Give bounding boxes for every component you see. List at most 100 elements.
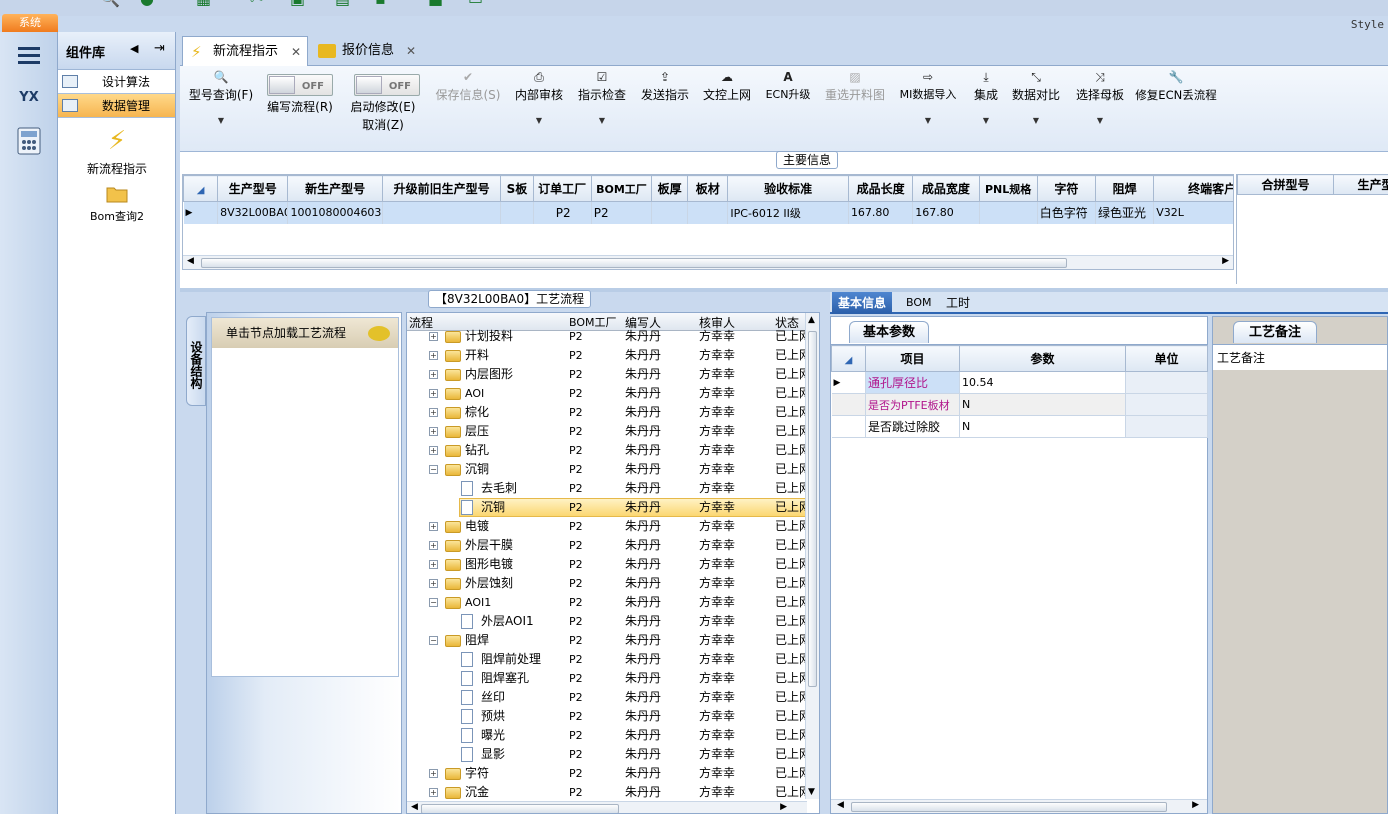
tree-row[interactable]: + 外层蚀刻 P2 朱丹丹 方幸幸 已上网 [407, 574, 811, 593]
tree-row[interactable]: 阻焊前处理 P2 朱丹丹 方幸幸 已上网 [407, 650, 811, 669]
process-step-name[interactable]: 阻焊前处理 [481, 650, 541, 669]
process-step-name[interactable]: 阻焊塞孔 [481, 669, 529, 688]
reviewer-cell[interactable]: 方幸幸 [699, 669, 735, 688]
bom-factory-cell[interactable]: P2 [569, 612, 583, 631]
integrate-button[interactable]: ⤓ 集成 ▼ [968, 68, 1004, 130]
table-cell[interactable]: P2 [533, 201, 592, 224]
writer-cell[interactable]: 朱丹丹 [625, 460, 661, 479]
bom-factory-cell[interactable]: P2 [569, 403, 583, 422]
table-cell[interactable]: IPC-6012 II级 [727, 201, 849, 224]
tree-row[interactable]: − 阻焊 P2 朱丹丹 方幸幸 已上网 [407, 631, 811, 650]
apps-icon[interactable]: ▪ [375, 0, 395, 7]
reviewer-cell[interactable]: 方幸幸 [699, 460, 735, 479]
writer-cell[interactable]: 朱丹丹 [625, 650, 661, 669]
reviewer-cell[interactable]: 方幸幸 [699, 574, 735, 593]
writer-cell[interactable]: 朱丹丹 [625, 669, 661, 688]
horizontal-scrollbar[interactable]: ◀ ▶ [183, 255, 1233, 269]
column-header[interactable]: BOM工厂 [590, 175, 653, 202]
reviewer-cell[interactable]: 方幸幸 [699, 346, 735, 365]
calculator-icon[interactable] [10, 122, 48, 160]
column-header[interactable]: 成品宽度 [912, 175, 980, 202]
expand-icon[interactable]: + [429, 370, 438, 379]
param-unit[interactable] [1125, 393, 1208, 416]
param-value[interactable]: N [959, 393, 1126, 416]
expand-icon[interactable]: + [429, 560, 438, 569]
row-indicator[interactable] [831, 415, 866, 438]
send-instruction-button[interactable]: ⇪ 发送指示 [638, 68, 692, 104]
table-cell[interactable]: 167.80 [848, 201, 914, 224]
reviewer-cell[interactable]: 方幸幸 [699, 650, 735, 669]
process-step-name[interactable]: 丝印 [481, 688, 505, 707]
tab-basic-info[interactable]: 基本信息 [832, 292, 893, 314]
writer-cell[interactable]: 朱丹丹 [625, 555, 661, 574]
tree-row[interactable]: 去毛刺 P2 朱丹丹 方幸幸 已上网 [407, 479, 811, 498]
param-item[interactable]: 是否跳过除胶 [865, 415, 960, 438]
process-step-name[interactable]: AOI [465, 384, 484, 403]
expand-icon[interactable]: + [429, 788, 438, 797]
tab-equipment-structure[interactable]: 设备结构 [186, 316, 206, 406]
tree-row[interactable]: + 棕化 P2 朱丹丹 方幸幸 已上网 [407, 403, 811, 422]
process-step-name[interactable]: 曝光 [481, 726, 505, 745]
writer-cell[interactable]: 朱丹丹 [625, 631, 661, 650]
tab-basic-params[interactable]: 基本参数 [849, 321, 929, 343]
param-unit[interactable] [1125, 415, 1208, 438]
dropdown-caret-icon[interactable]: ▼ [576, 112, 628, 130]
process-step-name[interactable]: 开料 [465, 346, 489, 365]
tree-row[interactable]: 显影 P2 朱丹丹 方幸幸 已上网 [407, 745, 811, 764]
reviewer-cell[interactable]: 方幸幸 [699, 631, 735, 650]
tree-row[interactable]: + 沉金 P2 朱丹丹 方幸幸 已上网 [407, 783, 811, 802]
process-step-name[interactable]: 图形电镀 [465, 555, 513, 574]
tab-quote-info[interactable]: 报价信息 ✕ [312, 36, 422, 66]
instruction-check-button[interactable]: ☑ 指示检查 ▼ [576, 68, 628, 130]
table-cell[interactable]: P2 [591, 201, 653, 224]
tree-row[interactable]: 外层AOI1 P2 朱丹丹 方幸幸 已上网 [407, 612, 811, 631]
param-unit[interactable] [1125, 371, 1208, 394]
tab-work-hours[interactable]: 工时 [940, 292, 976, 314]
scrollbar-thumb[interactable] [808, 331, 817, 687]
reviewer-cell[interactable]: 方幸幸 [699, 555, 735, 574]
row-indicator[interactable] [831, 393, 866, 416]
column-header[interactable]: 板厚 [651, 175, 689, 202]
horizontal-scrollbar[interactable]: ◀ ▶ [407, 801, 807, 813]
tree-row[interactable]: + 图形电镀 P2 朱丹丹 方幸幸 已上网 [407, 555, 811, 574]
tree-row[interactable]: + 电镀 P2 朱丹丹 方幸幸 已上网 [407, 517, 811, 536]
process-step-name[interactable]: AOI1 [465, 593, 491, 612]
tab-bom[interactable]: BOM [900, 292, 938, 314]
reviewer-cell[interactable]: 方幸幸 [699, 498, 735, 517]
process-step-name[interactable]: 字符 [465, 764, 489, 783]
reviewer-cell[interactable]: 方幸幸 [699, 783, 735, 802]
process-step-name[interactable]: 外层蚀刻 [465, 574, 513, 593]
save-info-button[interactable]: ✔ 保存信息(S) [430, 68, 506, 104]
dropdown-caret-icon[interactable]: ▼ [512, 112, 566, 130]
close-icon[interactable]: ✕ [291, 37, 301, 67]
expand-icon[interactable]: + [429, 579, 438, 588]
tile-bom-query[interactable]: Bom查询2 [58, 182, 176, 224]
scrollbar-thumb[interactable] [851, 802, 1167, 812]
table-cell[interactable] [979, 201, 1038, 224]
collapse-icon[interactable]: − [429, 598, 438, 607]
expand-icon[interactable]: + [429, 446, 438, 455]
reviewer-cell[interactable]: 方幸幸 [699, 517, 735, 536]
write-process-toggle[interactable]: OFF [267, 74, 333, 96]
param-value[interactable]: 10.54 [959, 371, 1126, 394]
dropdown-caret-icon[interactable]: ▼ [186, 112, 256, 130]
process-step-name[interactable]: 内层图形 [465, 365, 513, 384]
param-item[interactable]: 通孔厚径比 [865, 371, 960, 394]
writer-cell[interactable]: 朱丹丹 [625, 479, 661, 498]
bom-factory-cell[interactable]: P2 [569, 593, 583, 612]
reviewer-cell[interactable]: 方幸幸 [699, 726, 735, 745]
bom-factory-cell[interactable]: P2 [569, 517, 583, 536]
writer-cell[interactable]: 朱丹丹 [625, 536, 661, 555]
bom-factory-cell[interactable]: P2 [569, 384, 583, 403]
bom-factory-cell[interactable]: P2 [569, 764, 583, 783]
tab-new-process[interactable]: ⚡ 新流程指示 ✕ [182, 36, 308, 66]
table-cell[interactable] [687, 201, 729, 224]
tab-process-note[interactable]: 工艺备注 [1233, 321, 1317, 343]
process-step-name[interactable]: 显影 [481, 745, 505, 764]
collapse-icon[interactable]: − [429, 465, 438, 474]
row-indicator[interactable]: ▶ [831, 371, 866, 394]
mi-import-button[interactable]: ⇨ MI数据导入 ▼ [896, 68, 960, 130]
tree-row[interactable]: + AOI P2 朱丹丹 方幸幸 已上网 [407, 384, 811, 403]
dropdown-caret-icon[interactable]: ▼ [896, 112, 960, 130]
expand-icon[interactable]: + [429, 389, 438, 398]
